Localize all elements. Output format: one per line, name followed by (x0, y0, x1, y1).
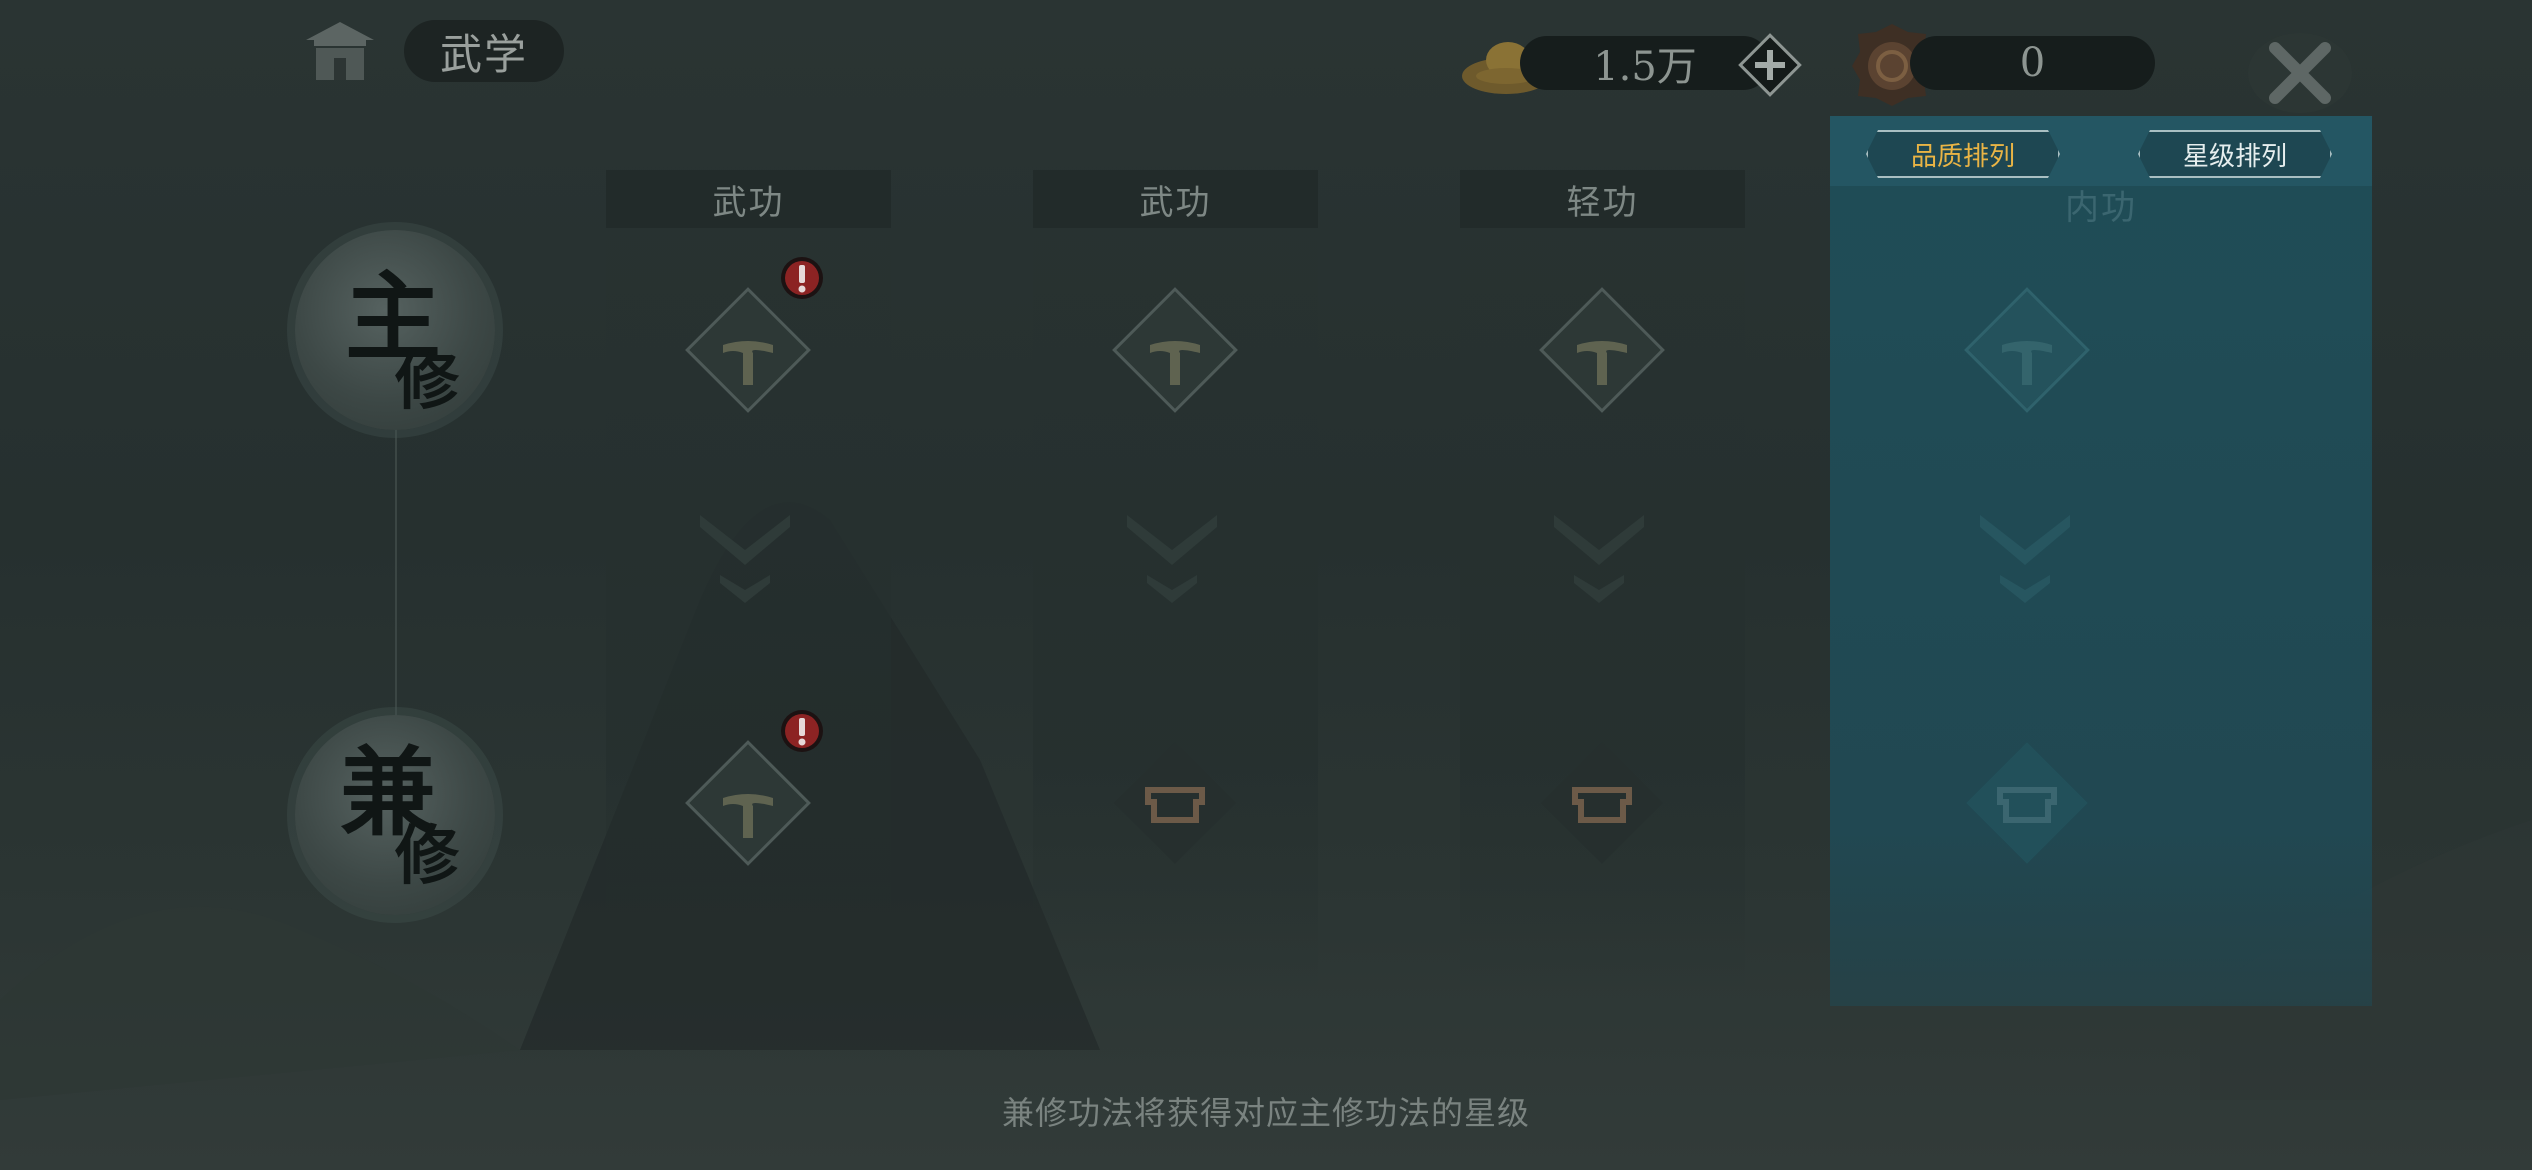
add-gold-button[interactable] (1735, 30, 1805, 100)
close-icon[interactable] (2245, 28, 2355, 118)
main-slot-4-add[interactable] (1952, 275, 2102, 425)
sub-slot-3-locked[interactable] (1527, 728, 1677, 878)
alert-icon (781, 257, 823, 299)
sort-bar: 品质排列 星级排列 (1830, 116, 2372, 186)
star-sort-button[interactable]: 星级排列 (2138, 130, 2332, 178)
column-label: 轻功 (1460, 170, 1745, 228)
home-pavilion-icon[interactable] (300, 18, 380, 84)
down-chevron-icon (1127, 515, 1217, 603)
game-scene: 武学 1.5万 0 主 修 兼 修 武功 武功 轻功 品质排列 星级排列 内功 … (0, 0, 2532, 1170)
sub-slot-2-locked[interactable] (1100, 728, 1250, 878)
down-chevron-icon (1554, 515, 1644, 603)
quality-sort-button[interactable]: 品质排列 (1866, 130, 2060, 178)
sub-slot-4-locked[interactable] (1952, 728, 2102, 878)
column-label: 内功 (2065, 188, 2137, 228)
sub-small-char: 修 (395, 819, 459, 894)
medal-amount: 0 (1910, 36, 2155, 90)
main-slot-3-add[interactable] (1527, 275, 1677, 425)
alert-icon (781, 710, 823, 752)
hint-text: 兼修功法将获得对应主修功法的星级 (1001, 1094, 1530, 1132)
connector-line (395, 420, 397, 720)
sub-cultivation-badge: 兼 修 (295, 715, 495, 915)
page-title: 武学 (404, 20, 564, 82)
gold-amount: 1.5万 (1520, 36, 1770, 90)
down-chevron-icon (700, 515, 790, 603)
column-label: 武功 (606, 170, 891, 228)
main-cultivation-badge: 主 修 (295, 230, 495, 430)
column-label: 武功 (1033, 170, 1318, 228)
main-slot-2-add[interactable] (1100, 275, 1250, 425)
down-chevron-icon (1980, 515, 2070, 603)
main-small-char: 修 (395, 344, 459, 419)
